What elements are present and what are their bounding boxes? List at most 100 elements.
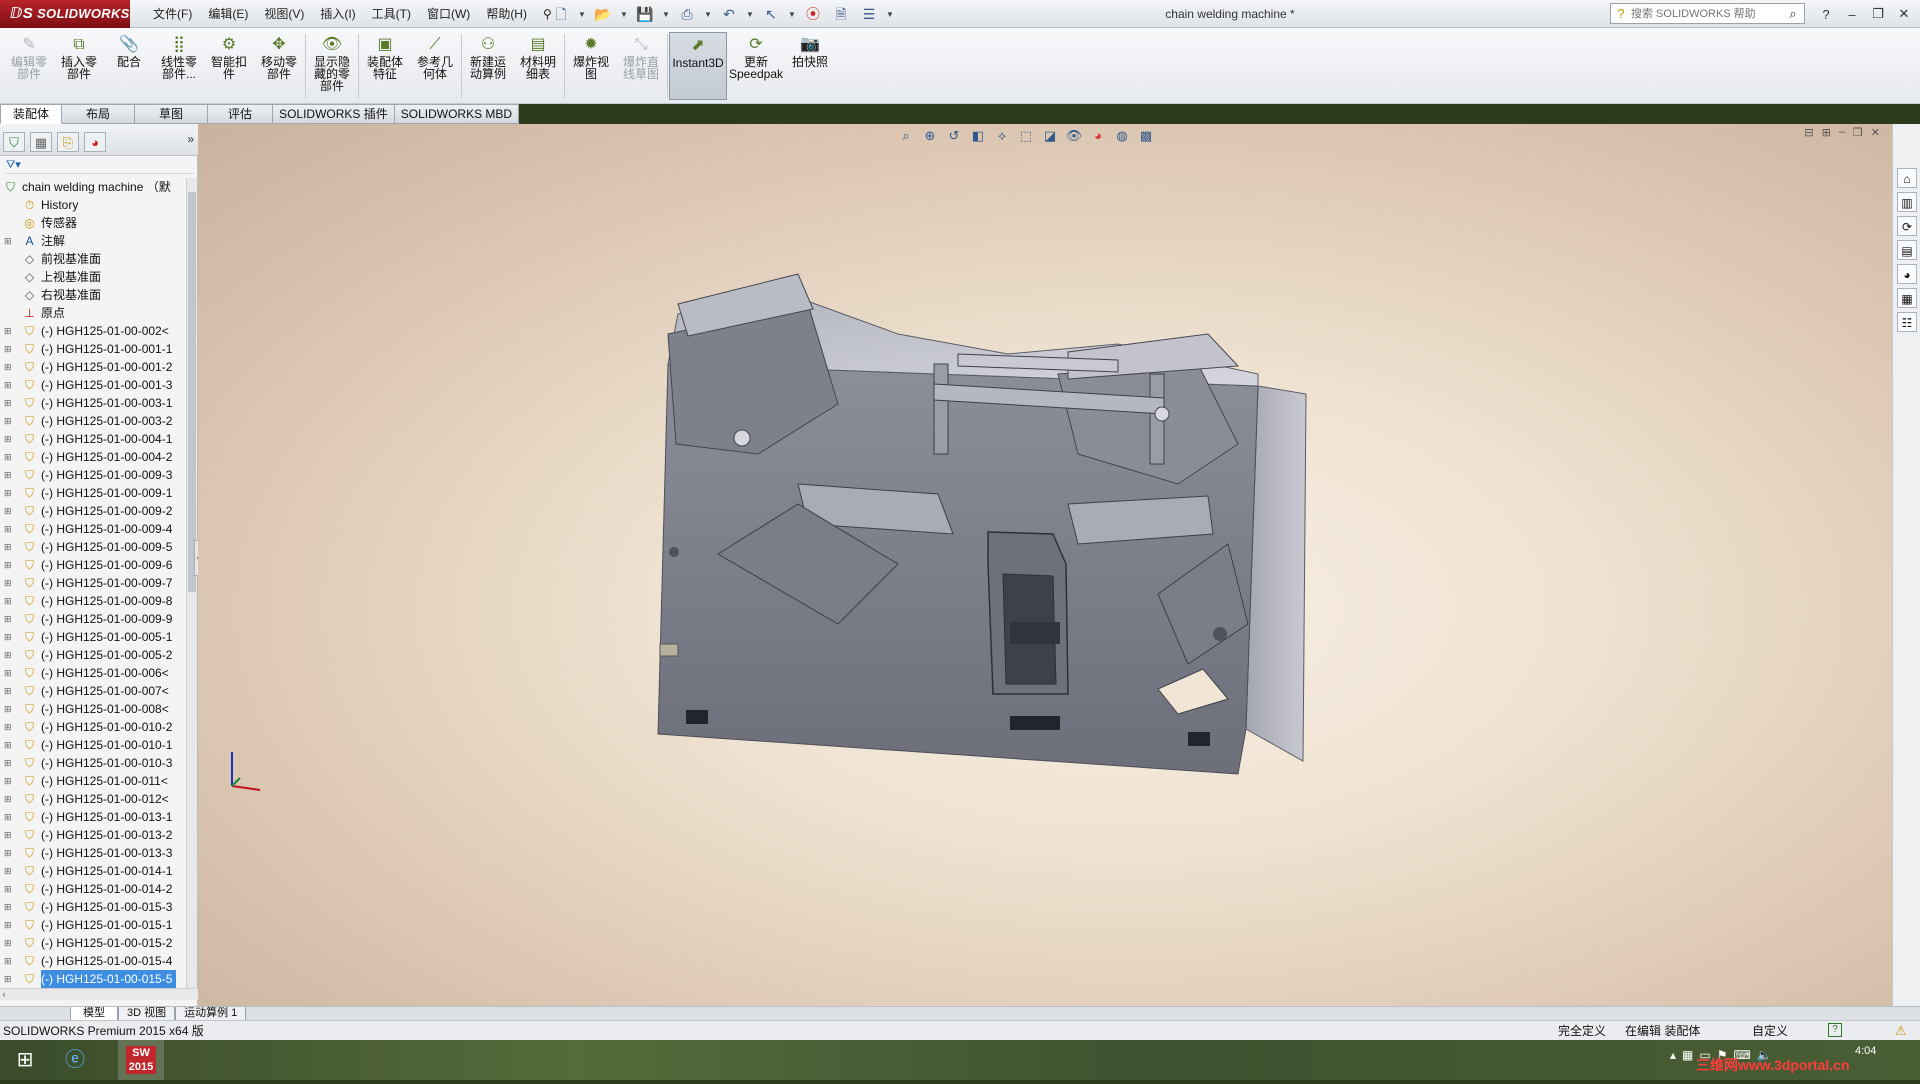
tree-part-item[interactable]: ⊞ ⛉ (-) HGH125-01-00-009-9 <box>0 610 186 628</box>
expand-panel-icon[interactable]: » <box>187 132 194 146</box>
tree-part-item[interactable]: ⊞ ⛉ (-) HGH125-01-00-008< <box>0 700 186 718</box>
tree-part-item[interactable]: ⊞ ⛉ (-) HGH125-01-00-009-7 <box>0 574 186 592</box>
tab-model[interactable]: 模型 <box>70 1007 118 1021</box>
show-hidden-components-button[interactable]: 👁 显示隐 藏的零 部件 <box>307 32 357 100</box>
expand-icon[interactable]: ⊞ <box>4 628 12 646</box>
design-library-icon[interactable]: ▥ <box>1897 192 1917 212</box>
menu-view[interactable]: 视图(V) <box>256 0 312 28</box>
expand-icon[interactable]: ⊞ <box>4 790 12 808</box>
tree-part-item[interactable]: ⊞ ⛉ (-) HGH125-01-00-002< <box>0 322 186 340</box>
menu-insert[interactable]: 插入(I) <box>312 0 363 28</box>
custom-properties-icon[interactable]: ▦ <box>1897 288 1917 308</box>
file-explorer-icon[interactable]: ⟳ <box>1897 216 1917 236</box>
explode-line-sketch-button[interactable]: ⤡ 爆炸直 线草图 <box>616 32 666 100</box>
tab-motion-study[interactable]: 运动算例 1 <box>175 1007 247 1021</box>
tree-part-item[interactable]: ⊞ ⛉ (-) HGH125-01-00-001-2 <box>0 358 186 376</box>
print-icon[interactable]: ⎙ <box>676 4 698 24</box>
tree-part-item[interactable]: ⊞ ⛉ (-) HGH125-01-00-009-5 <box>0 538 186 556</box>
tree-item[interactable]: ⊞ A 注解 <box>0 232 186 250</box>
expand-icon[interactable]: ⊞ <box>4 646 12 664</box>
configuration-manager-tab-icon[interactable]: ⎘ <box>57 132 79 152</box>
expand-icon[interactable]: ⊞ <box>4 718 12 736</box>
rebuild-traffic-light-icon[interactable]: ⦿ <box>802 4 824 24</box>
internet-explorer-icon[interactable]: ⓔ <box>52 1040 98 1080</box>
expand-icon[interactable]: ⊞ <box>4 916 12 934</box>
tree-part-item[interactable]: ⊞ ⛉ (-) HGH125-01-00-011< <box>0 772 186 790</box>
expand-icon[interactable]: ⊞ <box>4 862 12 880</box>
menu-window[interactable]: 窗口(W) <box>419 0 478 28</box>
tree-part-item[interactable]: ⊞ ⛉ (-) HGH125-01-00-005-2 <box>0 646 186 664</box>
tree-part-item[interactable]: ⊞ ⛉ (-) HGH125-01-00-009-6 <box>0 556 186 574</box>
tab-sketch[interactable]: 草图 <box>135 104 209 124</box>
tree-part-item[interactable]: ⊞ ⛉ (-) HGH125-01-00-009-3 <box>0 466 186 484</box>
solidworks-resources-icon[interactable]: ⌂ <box>1897 168 1917 188</box>
tree-root-assembly[interactable]: ⛉ chain welding machine （默 <box>0 178 186 196</box>
open-folder-icon[interactable]: 📂 <box>592 4 614 24</box>
tree-part-item[interactable]: ⊞ ⛉ (-) HGH125-01-00-013-1 <box>0 808 186 826</box>
linear-pattern-button[interactable]: ⣿ 线性零 部件... <box>154 32 204 100</box>
expand-icon[interactable]: ⊞ <box>4 556 12 574</box>
graphics-area[interactable]: ⌕ ⊕ ↺ ◧ ⟡ ⬚ ◪ 👁 ◕ ◍ ▩ ⊟ ⊞ – ❐ ✕ <box>198 124 1892 1006</box>
display-manager-tab-icon[interactable]: ◕ <box>84 132 106 152</box>
view-palette-icon[interactable]: ▤ <box>1897 240 1917 260</box>
smart-fasteners-button[interactable]: ⚙ 智能扣 件 <box>204 32 254 100</box>
menu-tools[interactable]: 工具(T) <box>364 0 419 28</box>
expand-icon[interactable]: ⊞ <box>4 538 12 556</box>
tree-part-item[interactable]: ⊞ ⛉ (-) HGH125-01-00-004-1 <box>0 430 186 448</box>
taskbar-solidworks-button[interactable]: SW 2015 <box>118 1040 164 1080</box>
mate-button[interactable]: 📎 配合 <box>104 32 154 100</box>
expand-icon[interactable]: ⊞ <box>4 358 12 376</box>
rebuild-status-icon[interactable]: ⚠ <box>1895 1021 1907 1041</box>
expand-icon[interactable]: ⊞ <box>4 736 12 754</box>
expand-icon[interactable]: ⊞ <box>4 574 12 592</box>
edit-component-button[interactable]: ✎ 编辑零 部件 <box>4 32 54 100</box>
chevron-down-icon[interactable]: ▼ <box>662 10 670 19</box>
tree-horizontal-scrollbar[interactable]: ‹ <box>0 988 198 1000</box>
appearances-icon[interactable]: ◕ <box>1897 264 1917 284</box>
expand-icon[interactable]: ⊞ <box>4 934 12 952</box>
tree-part-item[interactable]: ⊞ ⛉ (-) HGH125-01-00-015-3 <box>0 898 186 916</box>
tree-item[interactable]: ◎ 传感器 <box>0 214 186 232</box>
update-speedpak-button[interactable]: ⟳ 更新 Speedpak <box>727 32 785 100</box>
tree-part-item[interactable]: ⊞ ⛉ (-) HGH125-01-00-013-3 <box>0 844 186 862</box>
taskbar-clock[interactable]: 4:04 <box>1855 1043 1876 1059</box>
expand-icon[interactable]: ⊞ <box>4 394 12 412</box>
menu-help[interactable]: 帮助(H) <box>478 0 535 28</box>
tree-part-item[interactable]: ⊞ ⛉ (-) HGH125-01-00-015-2 <box>0 934 186 952</box>
expand-icon[interactable]: ⊞ <box>4 520 12 538</box>
tree-part-item[interactable]: ⊞ ⛉ (-) HGH125-01-00-010-3 <box>0 754 186 772</box>
expand-icon[interactable]: ⊞ <box>4 376 12 394</box>
tree-part-item[interactable]: ⊞ ⛉ (-) HGH125-01-00-001-1 <box>0 340 186 358</box>
help-search-input[interactable] <box>1631 4 1782 23</box>
tab-solidworks-mbd[interactable]: SOLIDWORKS MBD <box>394 104 520 124</box>
tree-item[interactable]: ◇ 右视基准面 <box>0 286 186 304</box>
tree-part-item[interactable]: ⊞ ⛉ (-) HGH125-01-00-012< <box>0 790 186 808</box>
tree-item[interactable]: ◇ 前视基准面 <box>0 250 186 268</box>
exploded-view-button[interactable]: ✹ 爆炸视 图 <box>566 32 616 100</box>
expand-icon[interactable]: ⊞ <box>4 754 12 772</box>
tree-part-item[interactable]: ⊞ ⛉ (-) HGH125-01-00-003-1 <box>0 394 186 412</box>
tray-network-icon[interactable]: ▦ <box>1682 1048 1693 1062</box>
help-icon[interactable]: ? <box>1815 7 1837 22</box>
tree-part-item[interactable]: ⊞ ⛉ (-) HGH125-01-00-009-1 <box>0 484 186 502</box>
select-pointer-icon[interactable]: ↖ <box>760 4 782 24</box>
expand-icon[interactable]: ⊞ <box>4 682 12 700</box>
expand-icon[interactable]: ⊞ <box>4 808 12 826</box>
new-document-icon[interactable]: 🗋 <box>550 4 572 24</box>
tree-part-item[interactable]: ⊞ ⛉ (-) HGH125-01-00-013-2 <box>0 826 186 844</box>
solidworks-logo[interactable]: ⅅS SOLIDWORKS <box>0 0 130 28</box>
tab-3d-view[interactable]: 3D 视图 <box>118 1007 176 1021</box>
expand-icon[interactable]: ⊞ <box>4 592 12 610</box>
bom-button[interactable]: ▤ 材料明 细表 <box>513 32 563 100</box>
move-component-button[interactable]: ✥ 移动零 部件 <box>254 32 304 100</box>
tab-solidworks-addins[interactable]: SOLIDWORKS 插件 <box>273 104 395 124</box>
property-manager-tab-icon[interactable]: ▦ <box>30 132 52 152</box>
search-icon[interactable]: ⌕ <box>1782 6 1804 22</box>
tree-part-item[interactable]: ⊞ ⛉ (-) HGH125-01-00-005-1 <box>0 628 186 646</box>
quick-tips-icon[interactable]: ? <box>1828 1023 1842 1037</box>
expand-icon[interactable]: ⊞ <box>4 232 12 250</box>
tree-vertical-scrollbar[interactable] <box>186 178 197 988</box>
menu-file[interactable]: 文件(F) <box>145 0 200 28</box>
expand-icon[interactable]: ⊞ <box>4 700 12 718</box>
expand-icon[interactable]: ⊞ <box>4 502 12 520</box>
